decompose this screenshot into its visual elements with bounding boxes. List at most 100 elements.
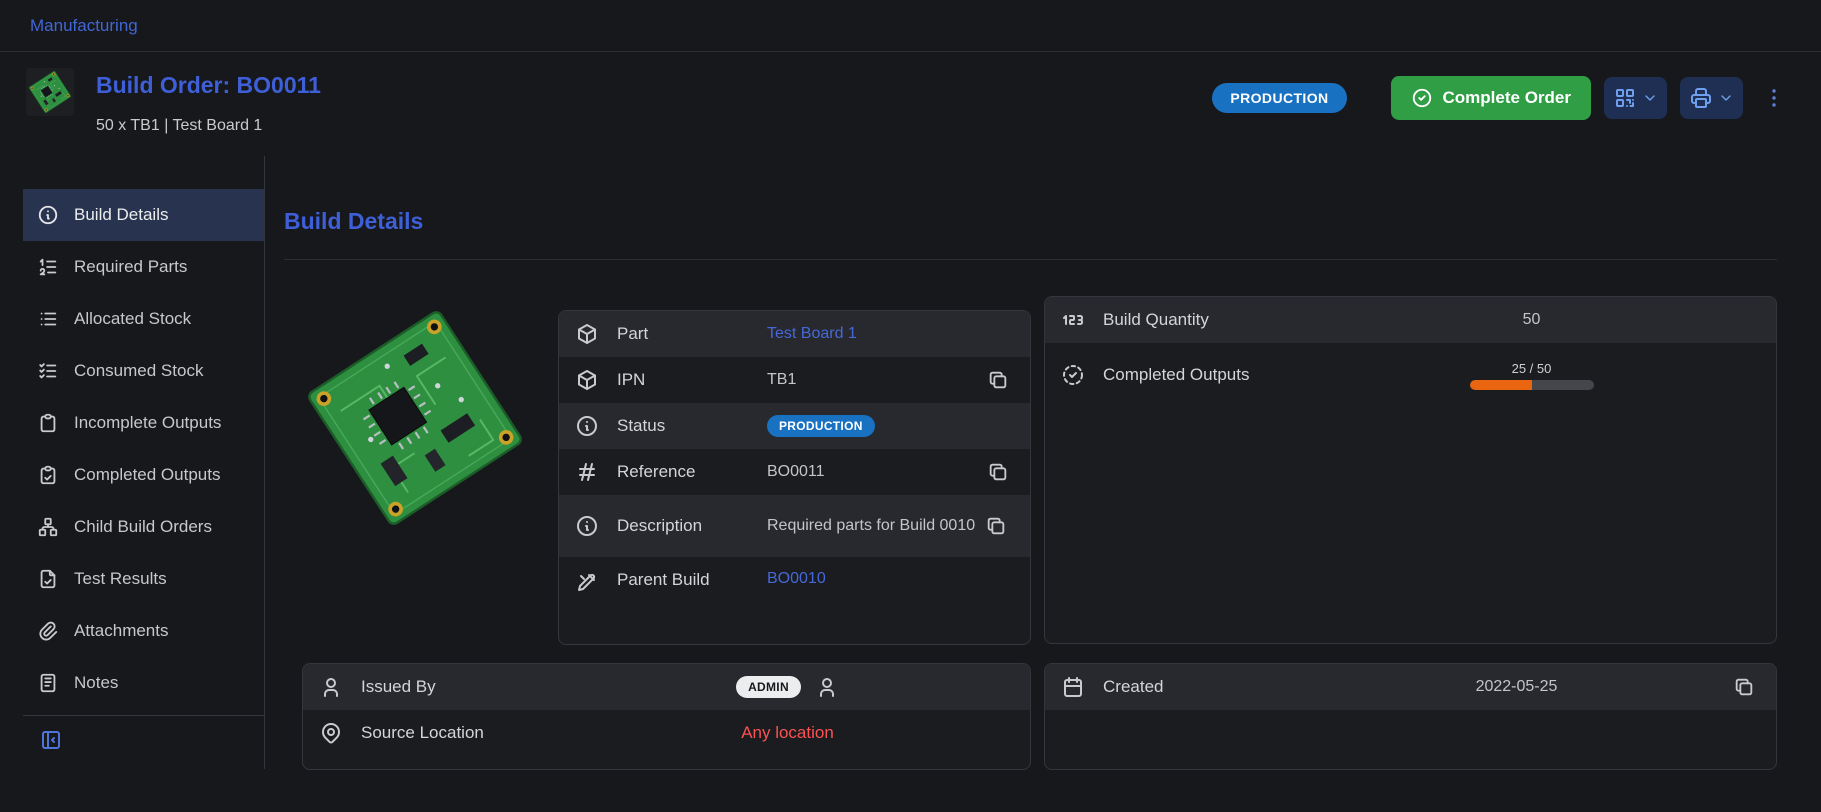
detail-label: Completed Outputs	[1103, 365, 1303, 385]
copy-button[interactable]	[984, 457, 1014, 487]
value-region: ADMIN	[561, 675, 1014, 699]
paperclip-icon	[37, 620, 59, 642]
collapse-sidebar-icon	[39, 728, 63, 752]
pcb-thumbnail-image	[26, 68, 74, 116]
user-icon	[319, 675, 343, 699]
progress-bar	[1470, 380, 1594, 390]
notes-icon	[37, 672, 59, 694]
chevron-down-icon	[1642, 90, 1658, 106]
detail-label: IPN	[617, 370, 767, 390]
test-report-icon	[37, 568, 59, 590]
admin-badge: ADMIN	[736, 676, 801, 698]
content: Build Details Required Parts Allocated S…	[0, 156, 1821, 770]
sidebar-item-label: Incomplete Outputs	[74, 413, 221, 433]
created-row: Created 2022-05-25	[1045, 664, 1776, 710]
completed-outputs-row: Completed Outputs 25 / 50	[1045, 343, 1776, 407]
detail-label: Reference	[617, 462, 767, 482]
detail-row-ipn: IPN TB1	[559, 357, 1030, 403]
sidebar-item-allocated-stock[interactable]: Allocated Stock	[23, 293, 264, 345]
sidebar-item-label: Completed Outputs	[74, 465, 220, 485]
sidebar-item-test-results[interactable]: Test Results	[23, 553, 264, 605]
collapse-sidebar-button[interactable]	[39, 728, 63, 752]
sidebar-item-consumed-stock[interactable]: Consumed Stock	[23, 345, 264, 397]
sidebar-item-completed-outputs[interactable]: Completed Outputs	[23, 449, 264, 501]
progress-text: 25 / 50	[1512, 361, 1552, 376]
part-link[interactable]: Test Board 1	[767, 325, 1014, 343]
created-value: 2022-05-25	[1476, 678, 1558, 696]
detail-value: PRODUCTION	[767, 417, 1014, 435]
detail-value: BO0011	[767, 463, 984, 481]
package-icon	[575, 368, 599, 392]
sidebar-item-required-parts[interactable]: Required Parts	[23, 241, 264, 293]
issued-by-row: Issued By ADMIN	[303, 664, 1030, 710]
print-actions-button[interactable]	[1680, 77, 1743, 119]
qrcode-icon	[1613, 86, 1637, 110]
copy-button[interactable]	[984, 365, 1014, 395]
detail-label: Issued By	[361, 677, 561, 697]
detail-label: Part	[617, 324, 767, 344]
sidebar-item-child-build-orders[interactable]: Child Build Orders	[23, 501, 264, 553]
clipboard-check-icon	[37, 464, 59, 486]
page-header: Build Order: BO0011 50 x TB1 | Test Boar…	[0, 52, 1821, 156]
part-thumbnail[interactable]	[26, 68, 74, 116]
details-grid: Part Test Board 1 IPN TB1 Status PRODUCT…	[284, 296, 1777, 645]
clipboard-icon	[37, 412, 59, 434]
hash-icon	[575, 460, 599, 484]
copy-icon	[987, 369, 1009, 391]
list-numbers-icon	[37, 256, 59, 278]
progress-check-icon	[1061, 363, 1085, 387]
sidebar-item-label: Build Details	[74, 205, 169, 225]
section-divider	[284, 259, 1777, 260]
header-actions: PRODUCTION Complete Order	[1212, 76, 1791, 120]
detail-row-reference: Reference BO0011	[559, 449, 1030, 495]
sidebar-item-label: Allocated Stock	[74, 309, 191, 329]
copy-icon	[1733, 676, 1755, 698]
meta-grid: Issued By ADMIN Source Location Any loca…	[284, 663, 1777, 770]
value-region: 50	[1303, 311, 1760, 329]
barcode-actions-button[interactable]	[1604, 77, 1667, 119]
list-check-icon	[37, 360, 59, 382]
value-region: Any location	[561, 723, 1014, 743]
build-quantity-value: 50	[1523, 311, 1541, 329]
created-card: Created 2022-05-25	[1044, 663, 1777, 770]
calendar-icon	[1061, 675, 1085, 699]
source-location-row: Source Location Any location	[303, 710, 1030, 756]
sidebar-item-build-details[interactable]: Build Details	[23, 189, 264, 241]
detail-row-description: Description Required parts for Build 001…	[559, 495, 1030, 557]
copy-button[interactable]	[1730, 672, 1760, 702]
printer-icon	[1689, 86, 1713, 110]
copy-icon	[987, 461, 1009, 483]
sidebar-item-label: Consumed Stock	[74, 361, 203, 381]
app-root: Manufacturing Build Order: BO0011 50 x T…	[0, 0, 1821, 770]
sidebar-item-label: Test Results	[74, 569, 167, 589]
part-image[interactable]	[293, 296, 537, 540]
info-circle-icon	[37, 204, 59, 226]
package-icon	[575, 322, 599, 346]
complete-order-button[interactable]: Complete Order	[1391, 76, 1591, 120]
section-title: Build Details	[284, 208, 1777, 235]
numbers-123-icon	[1061, 308, 1085, 332]
build-quantity-card: Build Quantity 50 Completed Outputs 25 /…	[1044, 296, 1777, 644]
detail-label: Created	[1103, 677, 1303, 697]
status-badge: PRODUCTION	[1212, 83, 1346, 113]
progress-fill	[1470, 380, 1532, 390]
copy-button[interactable]	[982, 511, 1012, 541]
dots-vertical-icon	[1762, 86, 1786, 110]
more-actions-button[interactable]	[1757, 77, 1791, 119]
detail-row-parent-build: Parent Build BO0010	[559, 557, 1030, 644]
info-circle-icon	[575, 514, 599, 538]
detail-value: Required parts for Build 0010	[767, 515, 982, 537]
breadcrumb[interactable]: Manufacturing	[30, 16, 138, 36]
sitemap-icon	[37, 516, 59, 538]
sidebar-item-notes[interactable]: Notes	[23, 657, 264, 709]
copy-icon	[985, 515, 1007, 537]
sidebar-item-attachments[interactable]: Attachments	[23, 605, 264, 657]
value-region: 25 / 50	[1303, 361, 1760, 390]
build-details-card: Part Test Board 1 IPN TB1 Status PRODUCT…	[558, 310, 1031, 645]
detail-label: Parent Build	[617, 570, 767, 590]
parent-build-link[interactable]: BO0010	[767, 570, 1014, 588]
build-quantity-row: Build Quantity 50	[1045, 297, 1776, 343]
detail-row-part: Part Test Board 1	[559, 311, 1030, 357]
user-icon	[815, 675, 839, 699]
sidebar-item-incomplete-outputs[interactable]: Incomplete Outputs	[23, 397, 264, 449]
